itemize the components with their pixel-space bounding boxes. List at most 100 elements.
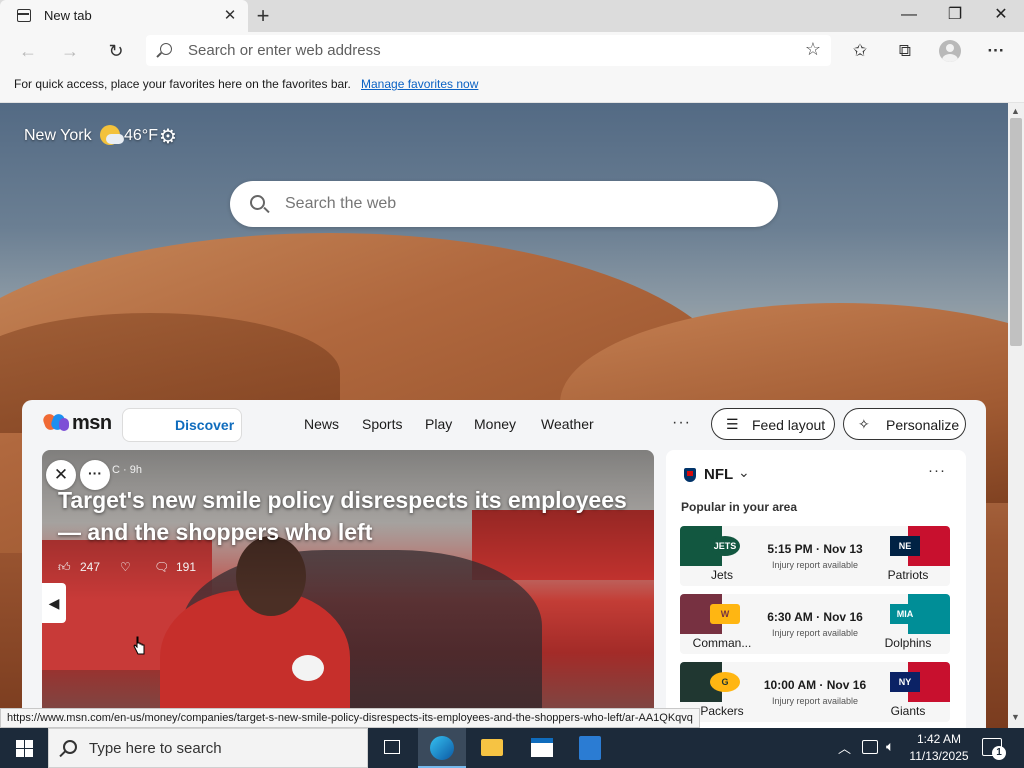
- commanders-logo-icon: W: [710, 604, 740, 624]
- add-favorite-icon[interactable]: ☆: [805, 39, 821, 60]
- status-url-bar: https://www.msn.com/en-us/money/companie…: [0, 708, 700, 728]
- windows-taskbar: Type here to search ︿ 🔈︎ 1:42 AM 11/13/2…: [0, 728, 1024, 768]
- system-clock[interactable]: 1:42 AM 11/13/2025: [906, 731, 972, 765]
- more-tabs-icon[interactable]: ···: [672, 414, 691, 432]
- tab-new-tab[interactable]: New tab ✕: [0, 0, 248, 32]
- document-app-icon: [579, 736, 601, 760]
- new-tab-button[interactable]: +: [254, 3, 272, 29]
- scroll-down-icon[interactable]: ▼: [1011, 712, 1020, 722]
- taskbar-file-explorer[interactable]: [468, 728, 516, 768]
- search-icon: [63, 740, 77, 754]
- tab-close-icon[interactable]: ✕: [222, 6, 238, 24]
- weather-temperature: 46°F: [124, 127, 158, 144]
- edge-icon: [430, 736, 454, 760]
- away-team-name: Giants: [890, 704, 926, 718]
- tab-news[interactable]: News: [304, 416, 339, 432]
- search-icon: [160, 43, 172, 55]
- comment-icon[interactable]: 🗨︎: [154, 560, 169, 574]
- hero-image-badge: [292, 655, 324, 681]
- giants-logo-icon: NY: [890, 672, 920, 692]
- task-view-icon: [384, 740, 400, 754]
- game-time: 6:30 AM · Nov 16: [767, 610, 863, 624]
- personalize-button[interactable]: ✧ Personalize: [843, 408, 966, 440]
- volume-icon[interactable]: 🔈︎: [886, 738, 894, 755]
- comment-count: 191: [176, 560, 197, 574]
- weather-city: New York: [24, 127, 92, 144]
- feed-layout-button[interactable]: ☰ Feed layout: [711, 408, 835, 440]
- collections-icon[interactable]: ⧉: [893, 39, 917, 63]
- tab-page-icon: [17, 9, 31, 22]
- taskbar-app[interactable]: [566, 728, 614, 768]
- game-time: 10:00 AM · Nov 16: [763, 678, 867, 692]
- feed-layout-label: Feed layout: [752, 417, 826, 433]
- tab-sports[interactable]: Sports: [362, 416, 402, 432]
- restore-button[interactable]: ❐: [932, 0, 978, 32]
- away-team-name: Dolphins: [884, 636, 932, 650]
- chevron-down-icon[interactable]: ⌄: [738, 464, 750, 481]
- nfl-title[interactable]: NFL: [704, 466, 733, 483]
- gear-icon[interactable]: ⚙: [159, 124, 177, 149]
- address-placeholder: Search or enter web address: [188, 42, 381, 59]
- web-search-placeholder: Search the web: [285, 195, 397, 212]
- sliders-icon: ☰: [726, 416, 739, 432]
- search-icon: [250, 195, 265, 210]
- partly-cloudy-icon: [100, 125, 124, 145]
- msn-butterfly-body: [59, 418, 69, 431]
- more-options-icon[interactable]: ···: [928, 462, 946, 479]
- windows-logo-pane: [16, 749, 24, 757]
- tab-money[interactable]: Money: [474, 416, 516, 432]
- patriots-logo-icon: NE: [890, 536, 920, 556]
- tab-weather[interactable]: Weather: [541, 416, 594, 432]
- favorites-icon[interactable]: ✩: [848, 39, 872, 63]
- previous-arrow-icon[interactable]: ◀: [42, 583, 66, 623]
- game-row[interactable]: G NY 10:00 AM · Nov 16 Injury report ava…: [680, 662, 950, 722]
- tab-play[interactable]: Play: [425, 416, 452, 432]
- minimize-button[interactable]: —: [886, 0, 932, 32]
- taskbar-app[interactable]: [518, 728, 566, 768]
- scrollbar-thumb[interactable]: [1010, 118, 1022, 346]
- game-row[interactable]: W MIA 6:30 AM · Nov 16 Injury report ava…: [680, 594, 950, 654]
- favorites-bar: For quick access, place your favorites h…: [0, 70, 1024, 103]
- like-count: 247: [80, 560, 101, 574]
- manage-favorites-link[interactable]: Manage favorites now: [361, 77, 478, 91]
- web-search-box[interactable]: Search the web: [230, 181, 778, 227]
- address-bar[interactable]: Search or enter web address ☆: [146, 35, 831, 66]
- taskbar-search-box[interactable]: Type here to search: [48, 728, 368, 768]
- game-row[interactable]: JETS NE 5:15 PM · Nov 13 Injury report a…: [680, 526, 950, 586]
- article-headline[interactable]: Target's new smile policy disrespects it…: [58, 484, 638, 548]
- title-bar: New tab ✕ + — ❐ ✕: [0, 0, 1024, 32]
- start-button[interactable]: [0, 728, 48, 768]
- windows-logo-pane: [25, 740, 33, 748]
- network-icon[interactable]: [862, 740, 878, 754]
- show-hidden-icons-chevron-icon[interactable]: ︿: [838, 738, 851, 757]
- nfl-subtitle: Popular in your area: [681, 500, 798, 514]
- sparkle-icon: ✧: [858, 416, 870, 432]
- task-view-button[interactable]: [368, 728, 416, 768]
- settings-more-icon[interactable]: ···: [984, 39, 1008, 63]
- game-time: 5:15 PM · Nov 13: [767, 542, 863, 556]
- dislike-icon[interactable]: ♡: [120, 560, 131, 574]
- hero-article-card[interactable]: ✕ ··· C · 9h Target's new smile policy d…: [42, 450, 654, 728]
- folder-icon: [481, 739, 503, 756]
- article-source-time: C · 9h: [112, 464, 142, 476]
- close-window-button[interactable]: ✕: [978, 0, 1024, 32]
- forward-icon[interactable]: →: [58, 40, 82, 62]
- new-tab-page: New York 46°F ⚙ Search the web msn Disco…: [0, 103, 1008, 728]
- personalize-label: Personalize: [886, 417, 960, 433]
- windows-logo-pane: [25, 749, 33, 757]
- profile-avatar[interactable]: [939, 40, 961, 62]
- like-icon[interactable]: 👍︎: [58, 560, 71, 575]
- away-team-name: Patriots: [887, 568, 929, 582]
- taskbar-search-placeholder: Type here to search: [89, 740, 222, 757]
- scroll-up-icon[interactable]: ▲: [1011, 106, 1020, 116]
- back-icon[interactable]: ←: [16, 40, 40, 62]
- page-scrollbar[interactable]: ▲ ▼: [1008, 103, 1024, 728]
- tab-discover-label: Discover: [175, 417, 235, 433]
- tab-discover[interactable]: Discover: [122, 408, 242, 442]
- tab-title: New tab: [44, 8, 92, 23]
- refresh-icon[interactable]: ↻: [104, 40, 128, 62]
- home-team-name: Comman...: [692, 636, 752, 650]
- nfl-shield-icon: [684, 468, 696, 482]
- window-app-icon: [531, 738, 553, 757]
- taskbar-edge[interactable]: [418, 728, 466, 768]
